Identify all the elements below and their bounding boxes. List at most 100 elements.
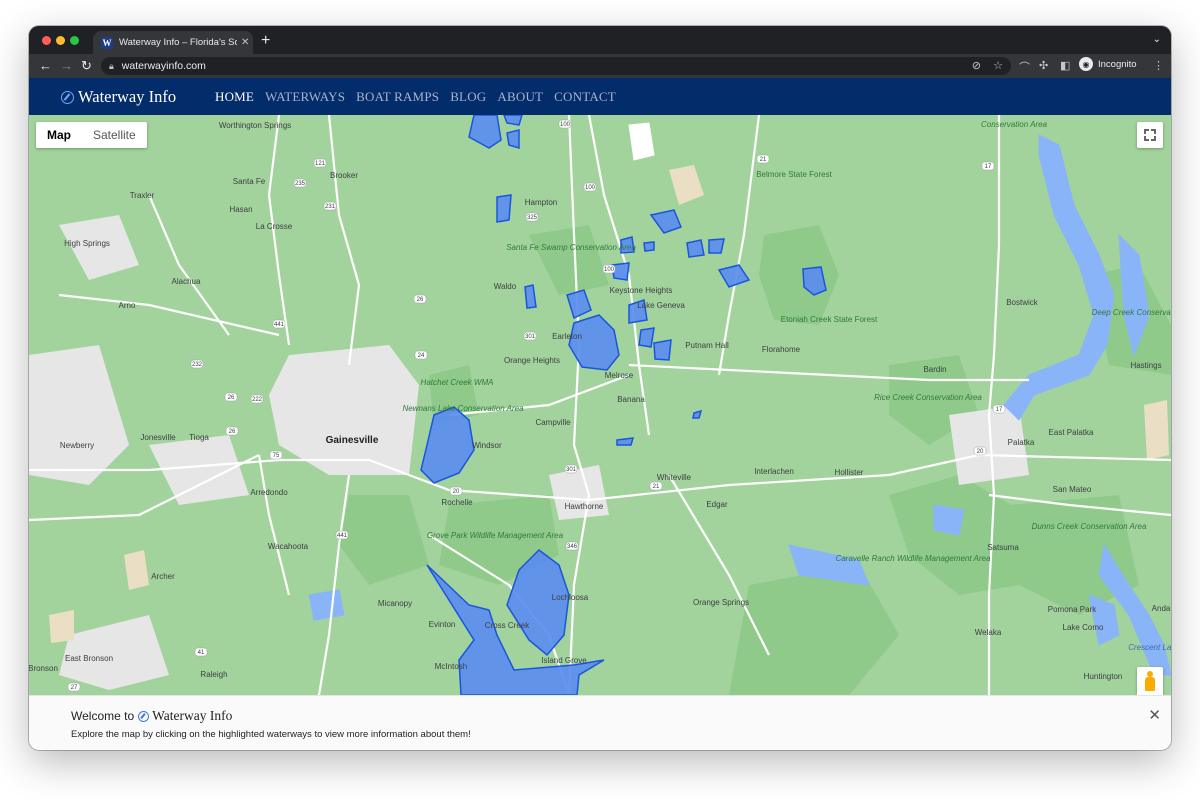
map-type-map-button[interactable]: Map xyxy=(36,122,82,148)
forward-arrow-icon[interactable]: → xyxy=(60,58,73,74)
svg-text:26: 26 xyxy=(228,395,235,401)
extension-rainbow-icon[interactable]: ⌒ xyxy=(1019,59,1030,75)
waterway-polygon[interactable] xyxy=(643,241,655,252)
lock-icon: 🔒︎ xyxy=(109,60,114,71)
route-shield: 325 xyxy=(525,212,539,222)
svg-text:20: 20 xyxy=(453,489,460,495)
site-header: Waterway Info HOME WATERWAYS BOAT RAMPS … xyxy=(29,78,1171,115)
waterway-polygon[interactable] xyxy=(506,129,520,150)
browser-tab[interactable]: W Waterway Info – Florida's Sour ✕ xyxy=(93,31,253,54)
site-logo[interactable]: Waterway Info xyxy=(61,87,176,107)
svg-text:17: 17 xyxy=(996,407,1003,413)
waterway-polygon[interactable] xyxy=(708,238,725,254)
map-place-label: Rochelle xyxy=(441,498,473,507)
map-place-label: East Palatka xyxy=(1049,428,1094,437)
route-shield: 346 xyxy=(565,541,579,551)
side-panel-icon[interactable]: ◧ xyxy=(1060,59,1070,72)
map-place-label: Putnam Hall xyxy=(685,341,729,350)
route-shield: 21 xyxy=(649,481,663,491)
map-place-label: Bronson xyxy=(29,664,58,673)
back-arrow-icon[interactable]: ← xyxy=(39,58,52,74)
reload-icon[interactable]: ↻ xyxy=(81,58,92,74)
waterway-polygon[interactable] xyxy=(653,339,672,361)
nav-about[interactable]: ABOUT xyxy=(497,89,543,105)
maximize-window-button[interactable] xyxy=(70,36,79,45)
waterway-polygon[interactable] xyxy=(616,437,635,446)
browser-window: W Waterway Info – Florida's Sour ✕ + ⌄ ←… xyxy=(29,26,1171,750)
svg-text:235: 235 xyxy=(295,181,306,187)
nav-boat-ramps[interactable]: BOAT RAMPS xyxy=(356,89,439,105)
map-place-label: Pomona Park xyxy=(1048,605,1097,614)
map-place-label: Caravelle Ranch Wildlife Management Area xyxy=(836,554,991,563)
close-welcome-icon[interactable]: ✕ xyxy=(1148,706,1161,724)
tab-strip: W Waterway Info – Florida's Sour ✕ + ⌄ xyxy=(29,26,1171,54)
waterway-polygon[interactable] xyxy=(717,264,751,288)
bookmark-star-icon[interactable]: ☆ xyxy=(993,59,1003,72)
waterway-polygon[interactable] xyxy=(568,314,620,371)
route-shield: 75 xyxy=(269,450,283,460)
nav-blog[interactable]: BLOG xyxy=(450,89,486,105)
svg-text:21: 21 xyxy=(653,484,660,490)
waterway-polygon[interactable] xyxy=(524,284,537,309)
map-place-label: Conservation Area xyxy=(981,120,1048,129)
street-view-pegman-button[interactable] xyxy=(1137,667,1163,695)
welcome-brand: Waterway Info xyxy=(152,708,233,723)
svg-text:222: 222 xyxy=(252,397,263,403)
waterway-polygon[interactable] xyxy=(566,289,592,320)
new-tab-button[interactable]: + xyxy=(261,32,270,50)
nav-home[interactable]: HOME xyxy=(215,89,254,105)
waterway-polygon[interactable] xyxy=(496,194,512,223)
map-place-label: San Mateo xyxy=(1053,485,1092,494)
map-view[interactable]: Worthington Springs Brooker Santa Fe Tra… xyxy=(29,115,1171,695)
route-shield: 231 xyxy=(323,201,337,211)
svg-text:26: 26 xyxy=(417,297,424,303)
route-shield: 41 xyxy=(194,647,208,657)
map-place-label: Waldo xyxy=(494,282,517,291)
map-place-label: Etoniah Creek State Forest xyxy=(781,315,878,324)
route-shield: 26 xyxy=(225,426,239,436)
map-place-label: Tioga xyxy=(189,433,209,442)
incognito-indicator[interactable]: ◉ Incognito xyxy=(1079,57,1137,71)
map-place-label: Gainesville xyxy=(326,435,379,446)
map-place-label: McIntosh xyxy=(435,662,467,671)
waterway-polygon[interactable] xyxy=(468,115,502,149)
url-text: waterwayinfo.com xyxy=(121,60,206,72)
minimize-window-button[interactable] xyxy=(56,36,65,45)
puzzle-extensions-icon[interactable]: ✣ xyxy=(1039,59,1048,72)
svg-text:75: 75 xyxy=(273,453,280,459)
map-place-label: Arno xyxy=(119,301,136,310)
map-place-label: Newberry xyxy=(60,441,94,450)
map-place-label: Santa Fe xyxy=(233,177,266,186)
waterway-polygon[interactable] xyxy=(503,115,523,126)
map-canvas[interactable]: Worthington Springs Brooker Santa Fe Tra… xyxy=(29,115,1171,695)
address-bar[interactable]: 🔒︎ waterwayinfo.com ⊘ ☆ xyxy=(101,57,1011,75)
svg-text:325: 325 xyxy=(527,215,538,221)
route-shield: 301 xyxy=(523,331,537,341)
map-place-label: Brooker xyxy=(330,171,358,180)
map-place-label: Hastings xyxy=(1130,361,1161,370)
nav-waterways[interactable]: WATERWAYS xyxy=(265,89,345,105)
tab-close-icon[interactable]: ✕ xyxy=(241,37,249,48)
browser-menu-icon[interactable]: ⋮ xyxy=(1153,59,1164,72)
map-place-label: Dunns Creek Conservation Area xyxy=(1032,522,1147,531)
svg-text:231: 231 xyxy=(325,204,336,210)
eye-slash-icon[interactable]: ⊘ xyxy=(972,59,981,72)
map-place-label: Deep Creek Conservation Area xyxy=(1092,308,1171,317)
tab-search-chevron-icon[interactable]: ⌄ xyxy=(1153,34,1161,45)
close-window-button[interactable] xyxy=(42,36,51,45)
waterway-polygon[interactable] xyxy=(638,327,655,348)
welcome-title: Welcome to Waterway Info xyxy=(71,708,232,724)
waterway-polygon[interactable] xyxy=(686,239,705,258)
waterway-polygon[interactable] xyxy=(420,406,475,484)
map-place-label: Grove Park Wildlife Management Area xyxy=(427,531,564,540)
map-type-satellite-button[interactable]: Satellite xyxy=(82,122,147,148)
svg-text:232: 232 xyxy=(192,362,203,368)
fullscreen-button[interactable] xyxy=(1137,122,1163,148)
waterway-polygon[interactable] xyxy=(692,409,703,419)
incognito-icon: ◉ xyxy=(1079,57,1093,71)
waterway-polygon[interactable] xyxy=(649,209,682,234)
tab-title: Waterway Info – Florida's Sour xyxy=(119,37,237,48)
svg-text:346: 346 xyxy=(567,544,578,550)
svg-text:24: 24 xyxy=(418,353,425,359)
nav-contact[interactable]: CONTACT xyxy=(554,89,616,105)
